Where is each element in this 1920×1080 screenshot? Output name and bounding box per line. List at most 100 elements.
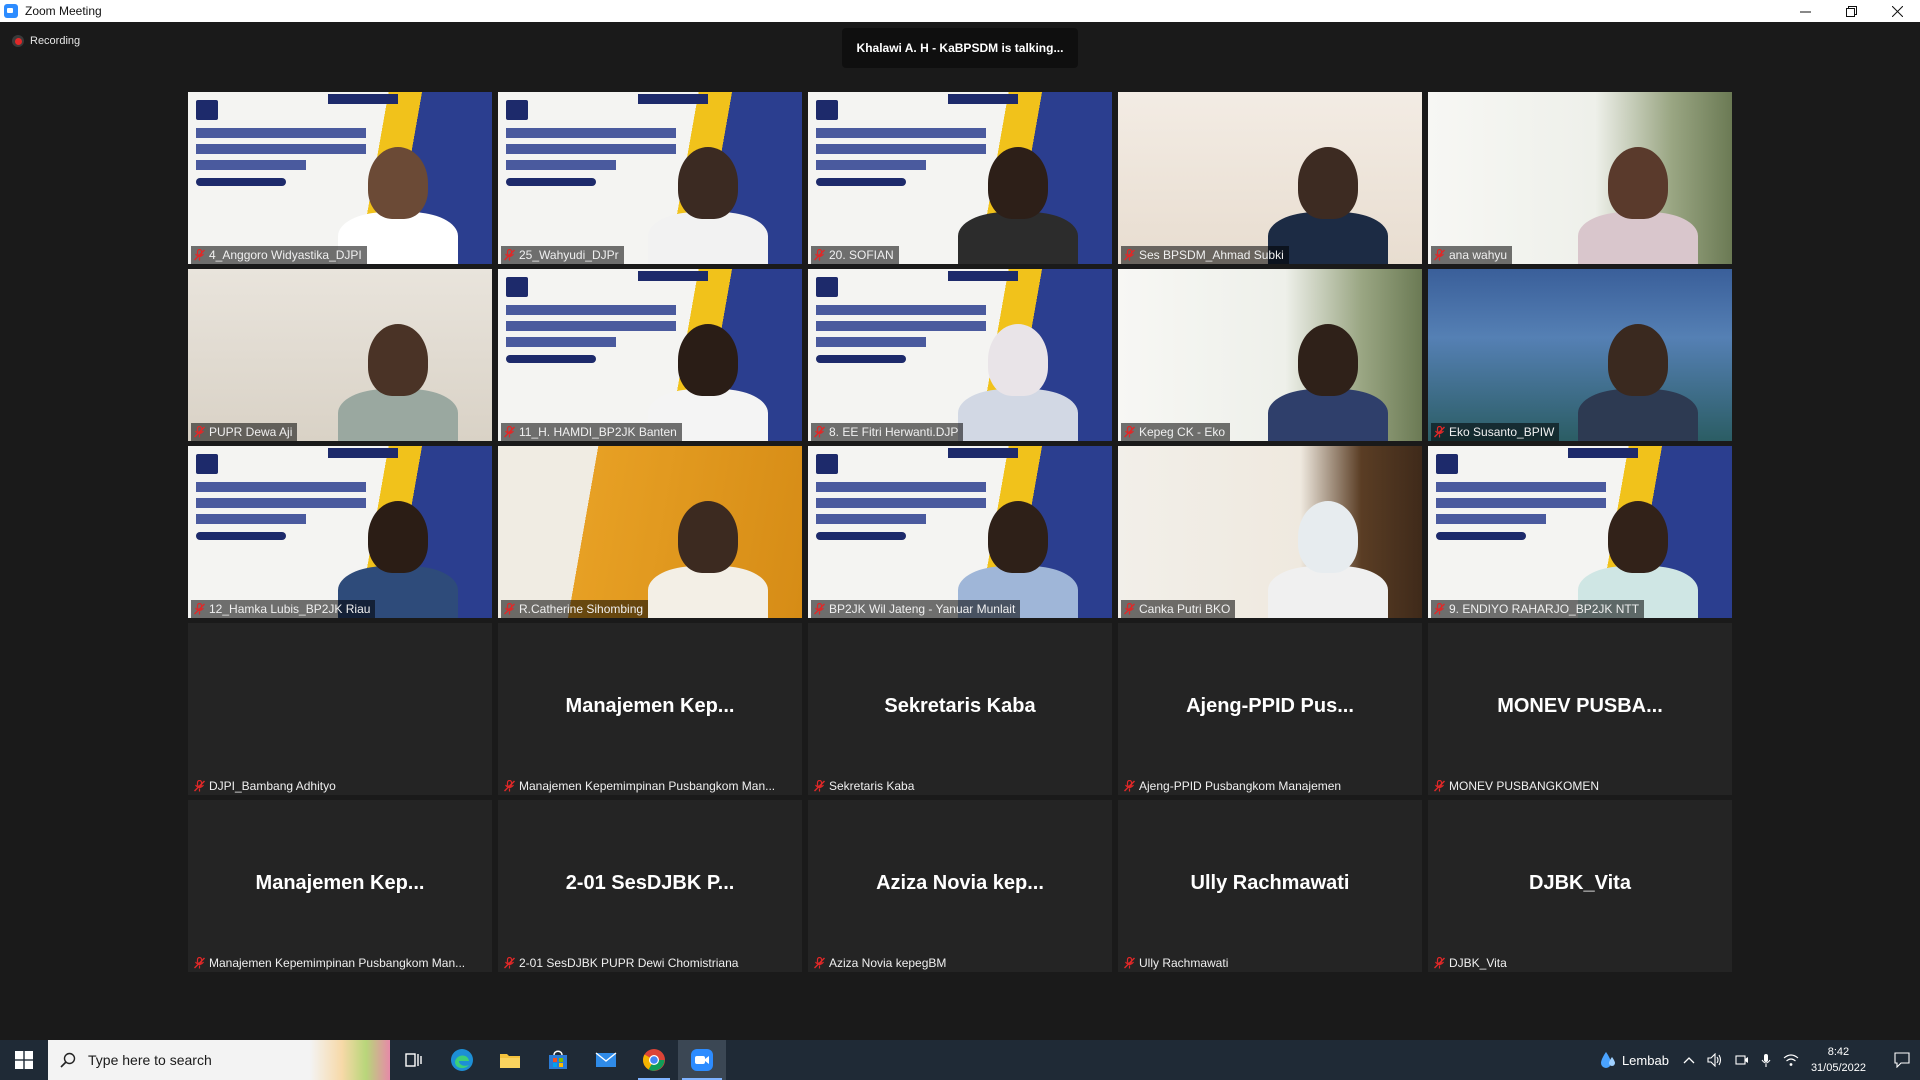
participant-display-name: Ajeng-PPID Pus... [1186, 695, 1354, 717]
participant-name-label: 20. SOFIAN [811, 246, 899, 264]
participant-tile[interactable]: Eko Susanto_BPIW [1428, 269, 1732, 441]
mail-icon [595, 1052, 617, 1067]
chevron-up-icon[interactable] [1683, 1056, 1695, 1064]
virtual-background-graphic [506, 305, 676, 315]
participant-tile[interactable]: DJPI_Bambang Adhityo [188, 623, 492, 795]
restore-button[interactable] [1828, 0, 1874, 22]
participant-tile[interactable]: PUPR Dewa Aji [188, 269, 492, 441]
start-button[interactable] [0, 1040, 48, 1080]
humidity-icon [1600, 1052, 1615, 1068]
muted-microphone-icon [1124, 603, 1135, 615]
tray-icons [1683, 1053, 1799, 1068]
muted-microphone-icon [194, 957, 205, 969]
virtual-background-graphic [1436, 498, 1606, 508]
participant-tile[interactable]: 2-01 SesDJBK P... 2-01 SesDJBK PUPR Dewi … [498, 800, 802, 972]
participant-tile[interactable]: 12_Hamka Lubis_BP2JK Riau [188, 446, 492, 618]
weather-label: Lembab [1621, 1052, 1669, 1068]
participant-head [988, 324, 1048, 396]
speaker-icon[interactable] [1707, 1053, 1723, 1067]
participant-tile[interactable]: Ully Rachmawati Ully Rachmawati [1118, 800, 1422, 972]
virtual-background-graphic [196, 532, 286, 540]
zoom-app-icon [4, 4, 18, 18]
virtual-background-graphic [196, 514, 306, 524]
participant-tile[interactable]: Manajemen Kep... Manajemen Kepemimpinan P… [498, 623, 802, 795]
participant-tile[interactable]: 11_H. HAMDI_BP2JK Banten [498, 269, 802, 441]
participant-display-name: 2-01 SesDJBK P... [565, 872, 735, 894]
virtual-background-graphic [816, 128, 986, 138]
active-speaker-banner: Khalawi A. H - KaBPSDM is talking... [842, 28, 1078, 68]
file-explorer-taskbar-button[interactable] [486, 1040, 534, 1080]
participant-tile[interactable]: Aziza Novia kep... Aziza Novia kepegBM [808, 800, 1112, 972]
participant-name-label: Ajeng-PPID Pusbangkom Manajemen [1121, 777, 1346, 795]
participant-name: 2-01 SesDJBK PUPR Dewi Chomistriana [519, 956, 739, 970]
participant-head [1298, 324, 1358, 396]
virtual-background-graphic [1436, 532, 1526, 540]
notification-icon [1894, 1052, 1910, 1068]
participant-tile[interactable]: Canka Putri BKO [1118, 446, 1422, 618]
participant-name: Kepeg CK - Eko [1139, 425, 1226, 439]
wifi-icon[interactable] [1783, 1053, 1799, 1067]
virtual-background-graphic [506, 277, 528, 297]
notifications-button[interactable] [1884, 1040, 1920, 1080]
participant-head [1298, 147, 1358, 219]
participant-head [988, 501, 1048, 573]
participant-tile[interactable]: 25_Wahyudi_DJPr [498, 92, 802, 264]
recording-indicator[interactable]: Recording [12, 35, 80, 47]
participant-tile[interactable]: MONEV PUSBA... MONEV PUSBANGKOMEN [1428, 623, 1732, 795]
zoom-taskbar-button[interactable] [678, 1040, 726, 1080]
participant-tile[interactable]: 8. EE Fitri Herwanti.DJP [808, 269, 1112, 441]
microsoft-store-taskbar-button[interactable] [534, 1040, 582, 1080]
mail-taskbar-button[interactable] [582, 1040, 630, 1080]
weather-widget[interactable]: Lembab [1600, 1051, 1669, 1069]
participant-name: DJPI_Bambang Adhityo [209, 779, 336, 793]
muted-microphone-icon [1124, 249, 1135, 261]
participant-name-label: PUPR Dewa Aji [191, 423, 298, 441]
participant-tile[interactable]: Sekretaris Kaba Sekretaris Kaba [808, 623, 1112, 795]
participant-name-label: MONEV PUSBANGKOMEN [1431, 777, 1604, 795]
muted-microphone-icon [1434, 603, 1445, 615]
participant-body [958, 389, 1078, 441]
camera-in-use-icon[interactable] [1735, 1053, 1749, 1067]
close-button[interactable] [1874, 0, 1920, 22]
participant-tile[interactable]: BP2JK Wil Jateng - Yanuar Munlait [808, 446, 1112, 618]
chrome-icon [643, 1049, 665, 1071]
participant-head [368, 501, 428, 573]
virtual-background-graphic [328, 448, 398, 458]
muted-microphone-icon [1124, 957, 1135, 969]
participant-name: Ses BPSDM_Ahmad Subki [1139, 248, 1284, 262]
participant-tile[interactable]: 20. SOFIAN [808, 92, 1112, 264]
virtual-background-graphic [196, 144, 366, 154]
participant-name: BP2JK Wil Jateng - Yanuar Munlait [829, 602, 1016, 616]
participant-tile[interactable]: DJBK_Vita DJBK_Vita [1428, 800, 1732, 972]
virtual-background-graphic [506, 160, 616, 170]
participant-tile[interactable]: ana wahyu [1428, 92, 1732, 264]
edge-taskbar-button[interactable] [438, 1040, 486, 1080]
participant-tile[interactable]: Kepeg CK - Eko [1118, 269, 1422, 441]
participant-tile[interactable]: Ses BPSDM_Ahmad Subki [1118, 92, 1422, 264]
participant-name-label: R.Catherine Sihombing [501, 600, 649, 618]
virtual-background-graphic [816, 482, 986, 492]
muted-microphone-icon [194, 780, 205, 792]
chrome-taskbar-button[interactable] [630, 1040, 678, 1080]
participant-name-label: 25_Wahyudi_DJPr [501, 246, 624, 264]
minimize-button[interactable] [1782, 0, 1828, 22]
participant-tile[interactable]: 9. ENDIYO RAHARJO_BP2JK NTT [1428, 446, 1732, 618]
participant-tile[interactable]: Ajeng-PPID Pus... Ajeng-PPID Pusbangkom M… [1118, 623, 1422, 795]
virtual-background-graphic [506, 128, 676, 138]
virtual-background-graphic [816, 321, 986, 331]
participant-tile[interactable]: R.Catherine Sihombing [498, 446, 802, 618]
microphone-icon[interactable] [1761, 1053, 1771, 1068]
participant-name-label: 4_Anggoro Widyastika_DJPI [191, 246, 367, 264]
participant-tile[interactable]: 4_Anggoro Widyastika_DJPI [188, 92, 492, 264]
task-view-icon [405, 1053, 422, 1067]
taskbar-search-box[interactable]: Type here to search [48, 1040, 390, 1080]
virtual-background-graphic [816, 337, 926, 347]
participant-display-name: Sekretaris Kaba [884, 695, 1036, 717]
virtual-background-graphic [816, 277, 838, 297]
participant-tile[interactable]: Manajemen Kep... Manajemen Kepemimpinan P… [188, 800, 492, 972]
edge-icon [451, 1049, 473, 1071]
participant-display-name: Aziza Novia kep... [876, 872, 1044, 894]
taskbar-clock[interactable]: 8:42 31/05/2022 [1811, 1044, 1866, 1076]
search-highlight-art [310, 1040, 390, 1080]
task-view-button[interactable] [390, 1040, 438, 1080]
